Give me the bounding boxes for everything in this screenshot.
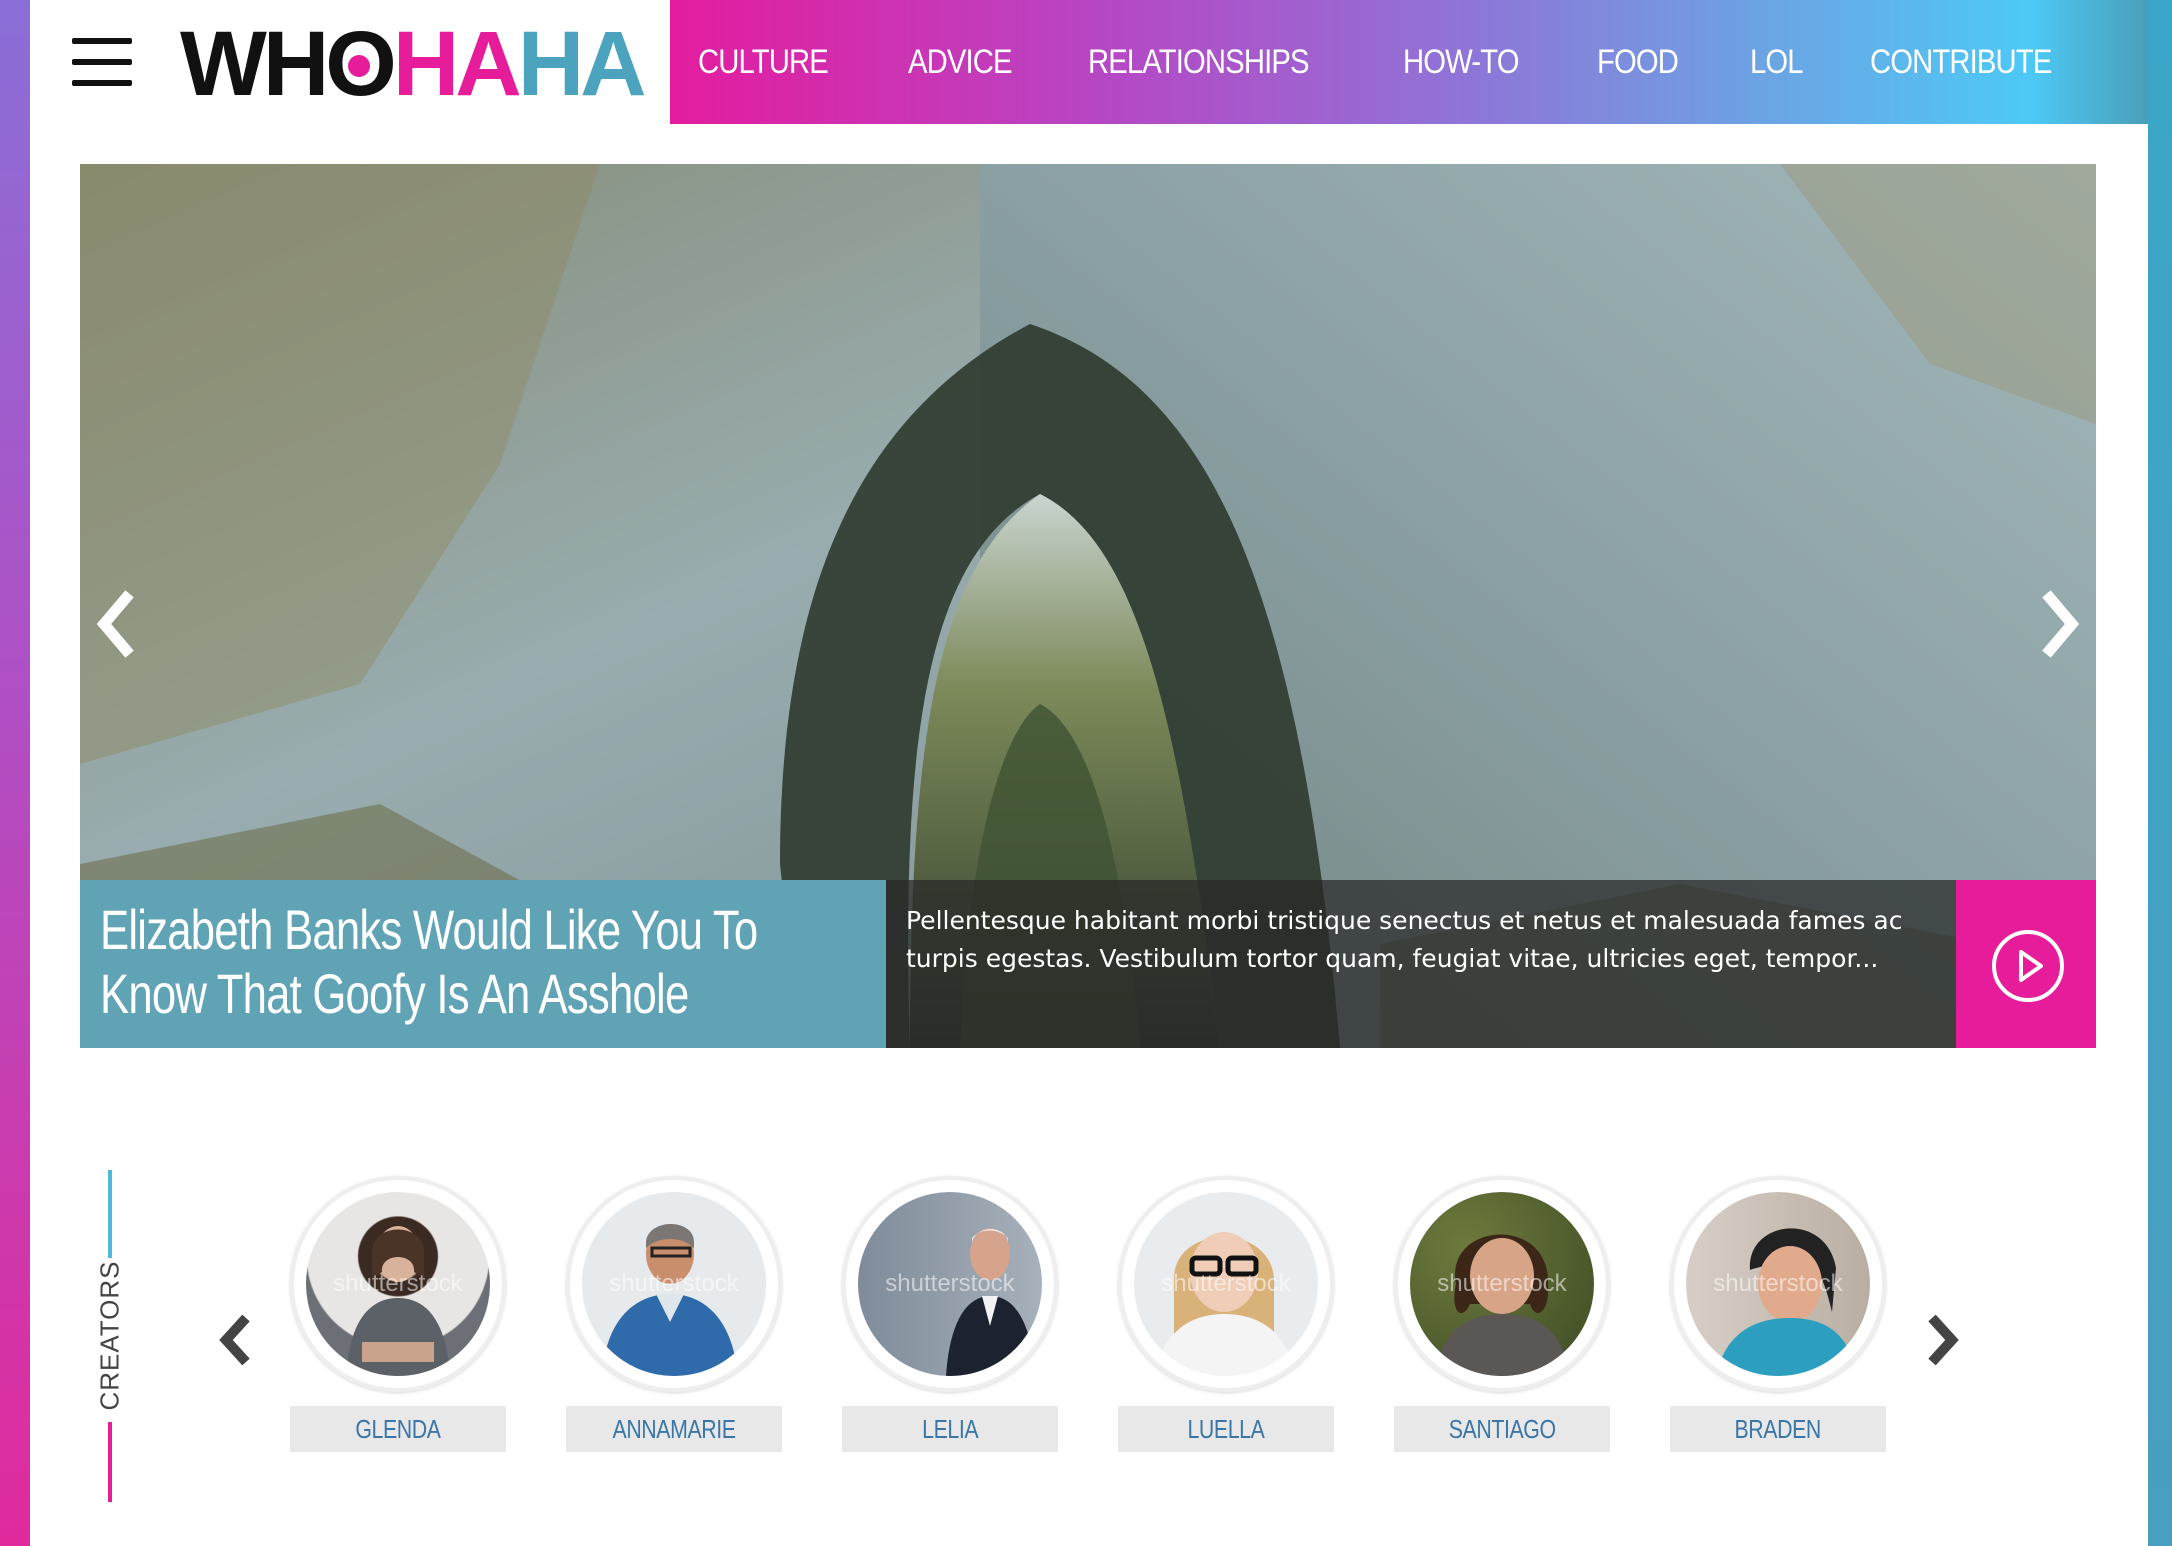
nav-item-advice[interactable]: ADVICE <box>908 43 1013 82</box>
slider-prev-arrow-icon[interactable] <box>86 584 146 664</box>
creators-section-label: CREATORS <box>66 1170 125 1502</box>
creator-avatar[interactable]: shutterstock <box>290 1176 506 1392</box>
logo-o-letter: O <box>325 14 397 114</box>
creators-next-arrow-icon[interactable] <box>1920 1310 1964 1370</box>
watermark-text: shutterstock <box>1161 1270 1291 1297</box>
creators-accent-bar-bottom <box>108 1422 112 1502</box>
creator-card-glenda[interactable]: shutterstock GLENDA <box>290 1176 506 1452</box>
creator-card-santiago[interactable]: shutterstock SANTIAGO <box>1394 1176 1610 1452</box>
creator-card-lelia[interactable]: shutterstock LELIA <box>842 1176 1058 1452</box>
logo-dot <box>348 55 371 77</box>
main-nav: CULTURE ADVICE RELATIONSHIPS HOW-TO FOOD… <box>670 0 2148 124</box>
creator-avatar[interactable]: shutterstock <box>1670 1176 1886 1392</box>
creator-card-braden[interactable]: shutterstock BRADEN <box>1670 1176 1886 1452</box>
creators-prev-arrow-icon[interactable] <box>214 1310 258 1370</box>
creator-name[interactable]: LELIA <box>842 1406 1058 1452</box>
nav-item-food[interactable]: FOOD <box>1597 43 1679 82</box>
hero-title-box[interactable]: Elizabeth Banks Would Like You To Know T… <box>80 880 886 1048</box>
play-icon <box>1992 930 2064 1002</box>
nav-item-how-to[interactable]: HOW-TO <box>1403 43 1519 82</box>
watermark-text: shutterstock <box>1713 1270 1843 1297</box>
watermark-text: shutterstock <box>333 1270 463 1297</box>
creators-label-text: CREATORS <box>94 1260 125 1411</box>
nav-item-culture[interactable]: CULTURE <box>698 43 829 82</box>
creator-card-luella[interactable]: shutterstock LUELLA <box>1118 1176 1334 1452</box>
hero-slider: Elizabeth Banks Would Like You To Know T… <box>80 164 2096 1048</box>
creator-avatar[interactable]: shutterstock <box>1394 1176 1610 1392</box>
creator-avatar[interactable]: shutterstock <box>842 1176 1058 1392</box>
watermark-text: shutterstock <box>609 1270 739 1297</box>
slider-next-arrow-icon[interactable] <box>2030 584 2090 664</box>
nav-item-contribute[interactable]: CONTRIBUTE <box>1870 43 2052 82</box>
hero-title[interactable]: Elizabeth Banks Would Like You To Know T… <box>100 898 802 1026</box>
play-button[interactable] <box>1956 880 2096 1048</box>
right-edge-strip <box>2148 0 2172 1546</box>
watermark-text: shutterstock <box>885 1270 1015 1297</box>
hero-excerpt: Pellentesque habitant morbi tristique se… <box>906 906 1903 973</box>
page: WHOHAHA CULTURE ADVICE RELATIONSHIPS HOW… <box>30 0 2148 1546</box>
logo-who-text: WH <box>180 13 329 115</box>
hero-excerpt-box: Pellentesque habitant morbi tristique se… <box>886 880 1956 1048</box>
logo-ha-teal: HA <box>517 13 647 115</box>
logo-ha-pink: HA <box>392 13 522 115</box>
nav-item-lol[interactable]: LOL <box>1750 43 1804 82</box>
nav-item-relationships[interactable]: RELATIONSHIPS <box>1088 43 1309 82</box>
creator-name[interactable]: LUELLA <box>1118 1406 1334 1452</box>
creator-avatar[interactable]: shutterstock <box>1118 1176 1334 1392</box>
creator-name[interactable]: GLENDA <box>290 1406 506 1452</box>
creator-name[interactable]: BRADEN <box>1670 1406 1886 1452</box>
menu-icon[interactable] <box>72 38 132 86</box>
watermark-text: shutterstock <box>1437 1270 1567 1297</box>
creator-name[interactable]: SANTIAGO <box>1394 1406 1610 1452</box>
creator-card-annamarie[interactable]: shutterstock ANNAMARIE <box>566 1176 782 1452</box>
site-header: WHOHAHA CULTURE ADVICE RELATIONSHIPS HOW… <box>30 0 2148 124</box>
site-logo[interactable]: WHOHAHA <box>180 13 647 115</box>
creator-avatar[interactable]: shutterstock <box>566 1176 782 1392</box>
creator-name[interactable]: ANNAMARIE <box>566 1406 782 1452</box>
